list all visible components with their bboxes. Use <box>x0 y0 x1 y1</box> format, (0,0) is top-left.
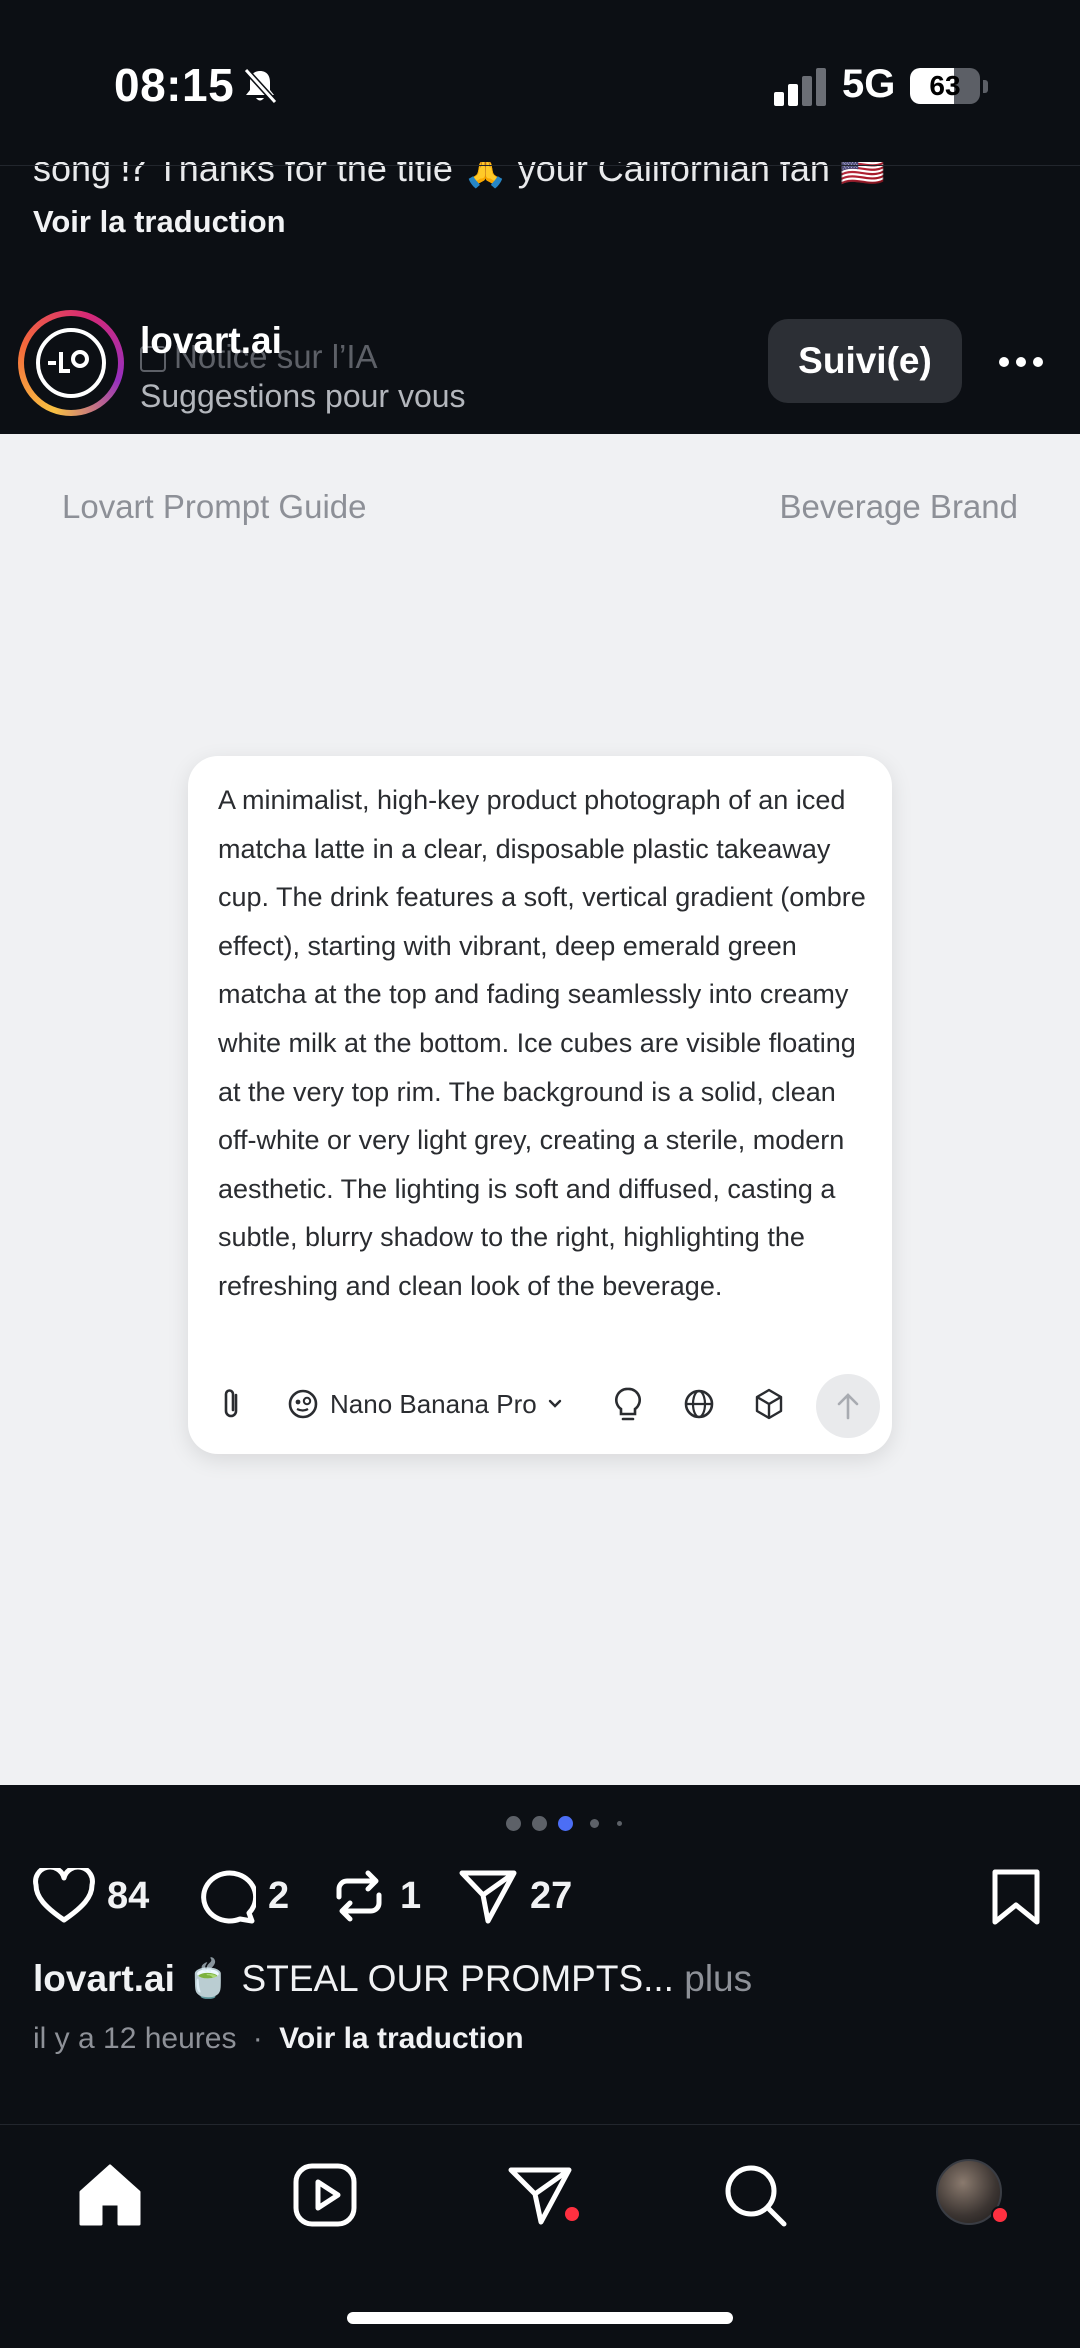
bookmark-icon[interactable] <box>990 1868 1042 1926</box>
repost-action[interactable]: 1 <box>330 1866 421 1926</box>
battery-nub <box>983 80 988 93</box>
web-item <box>682 1382 716 1426</box>
like-count[interactable]: 84 <box>107 1875 149 1918</box>
carousel-dot <box>617 1821 622 1826</box>
post-image[interactable]: Lovart Prompt Guide Beverage Brand A min… <box>0 434 1080 1785</box>
carousel-indicator <box>0 1816 1080 1836</box>
model-name: Nano Banana Pro <box>330 1388 537 1419</box>
following-button[interactable]: Suivi(e) <box>768 319 962 403</box>
more-options-icon[interactable] <box>996 340 1046 384</box>
search-icon[interactable] <box>720 2160 790 2230</box>
cube-icon <box>755 1388 783 1420</box>
meta-separator: · <box>252 2022 263 2055</box>
comment-icon[interactable] <box>196 1868 256 1924</box>
heart-icon[interactable] <box>33 1868 95 1924</box>
previous-translate-link[interactable]: Voir la traduction <box>33 204 286 240</box>
share-icon[interactable] <box>458 1867 518 1925</box>
arrow-up-icon <box>837 1393 859 1420</box>
post-caption[interactable]: lovart.ai 🍵 STEAL OUR PROMPTS... plus <box>33 1958 752 2001</box>
model-selector: Nano Banana Pro <box>286 1382 565 1426</box>
carousel-dot <box>506 1816 521 1831</box>
network-type: 5G <box>842 62 896 106</box>
repost-count[interactable]: 1 <box>400 1875 421 1918</box>
caption-username[interactable]: lovart.ai <box>33 1958 175 1999</box>
signal-icon <box>774 68 826 106</box>
battery-percent: 63 <box>929 70 961 101</box>
share-count[interactable]: 27 <box>530 1875 572 1918</box>
lovart-logo-glyph <box>48 350 89 373</box>
globe-icon <box>684 1389 714 1419</box>
paperclip-icon <box>224 1389 238 1418</box>
carousel-dot <box>532 1816 547 1831</box>
chevron-down-icon <box>548 1399 561 1408</box>
carousel-dot <box>590 1819 599 1828</box>
nav-divider <box>0 2124 1080 2125</box>
status-divider <box>0 165 1080 166</box>
status-time: 08:15 <box>114 59 235 111</box>
attach-item <box>216 1382 246 1426</box>
send-button <box>816 1374 880 1438</box>
avatar-inner <box>24 316 118 410</box>
author-avatar[interactable] <box>18 310 124 416</box>
author-username[interactable]: lovart.ai <box>140 320 282 362</box>
image-header-left: Lovart Prompt Guide <box>62 488 367 525</box>
caption-text: 🍵 STEAL OUR PROMPTS... <box>185 1958 674 1999</box>
reels-icon[interactable] <box>290 2160 360 2230</box>
comment-action[interactable]: 2 <box>196 1866 289 1926</box>
status-bar: 08:15 5G 63 <box>0 0 1080 165</box>
profile-notification-dot <box>991 2206 1009 2224</box>
translate-link[interactable]: Voir la traduction <box>279 2022 523 2055</box>
share-action[interactable]: 27 <box>458 1866 572 1926</box>
battery-indicator: 63 <box>910 68 980 104</box>
comment-count[interactable]: 2 <box>268 1875 289 1918</box>
direct-notification-dot <box>565 2207 579 2221</box>
prompt-toolbar: Nano Banana Pro <box>188 1374 892 1446</box>
lovart-logo-icon <box>36 328 106 398</box>
lightbulb-icon <box>615 1387 641 1421</box>
like-action[interactable]: 84 <box>33 1866 149 1926</box>
model-face-icon <box>288 1389 318 1419</box>
carousel-dot-active <box>558 1816 573 1831</box>
caption-more-link[interactable]: plus <box>684 1958 752 1999</box>
post-timestamp: il y a 12 heures <box>33 2022 237 2055</box>
prompt-text: A minimalist, high-key product photograp… <box>218 785 866 1301</box>
idea-item <box>612 1382 644 1426</box>
prompt-card: A minimalist, high-key product photograp… <box>188 756 892 1454</box>
bell-muted-icon <box>243 67 278 105</box>
post-meta: il y a 12 heures · Voir la traduction <box>33 2022 524 2056</box>
home-indicator <box>347 2312 733 2324</box>
image-header-right: Beverage Brand <box>779 488 1019 525</box>
suggestion-label: Suggestions pour vous <box>140 378 466 414</box>
repost-icon[interactable] <box>330 1867 388 1925</box>
direct-icon[interactable] <box>505 2160 575 2230</box>
3d-item <box>752 1382 786 1426</box>
home-icon[interactable] <box>75 2160 145 2230</box>
